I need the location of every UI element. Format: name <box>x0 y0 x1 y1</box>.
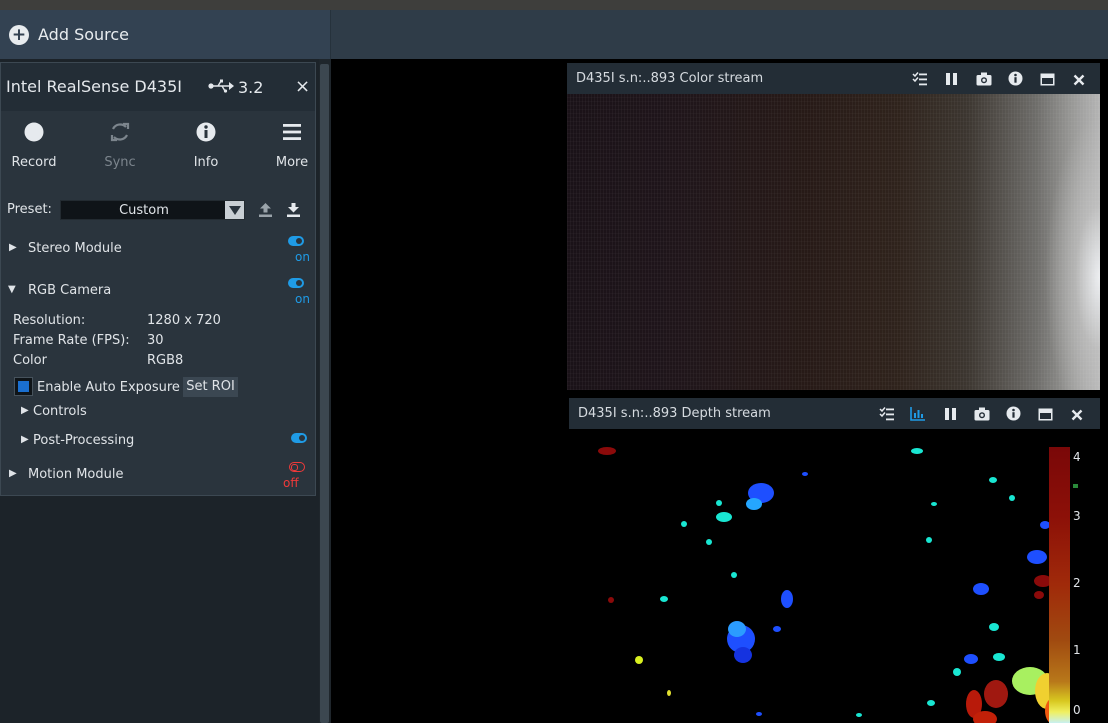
colorbar-tick: 4 <box>1073 450 1081 464</box>
add-source-label: Add Source <box>38 25 130 44</box>
depth-stream-title: D435I s.n:..893 Depth stream <box>578 406 771 421</box>
sync-label: Sync <box>104 155 136 170</box>
checklist-icon[interactable] <box>912 71 927 90</box>
preset-value: Custom <box>119 203 169 218</box>
record-button[interactable]: Record <box>4 117 64 170</box>
info-label: Info <box>193 155 219 170</box>
frame-rate-value[interactable]: 30 <box>147 333 164 348</box>
rgb-camera-label[interactable]: RGB Camera <box>28 283 111 298</box>
color-stream-header: D435I s.n:..893 Color stream <box>567 63 1100 94</box>
preset-label: Preset: <box>7 202 52 217</box>
depth-metrics-icon[interactable] <box>910 406 926 425</box>
post-processing-label[interactable]: Post-Processing <box>33 433 134 448</box>
depth-point-cloud <box>598 447 1065 723</box>
checklist-icon[interactable] <box>879 406 894 425</box>
color-format-value[interactable]: RGB8 <box>147 353 183 368</box>
info-button[interactable]: Info <box>176 117 236 170</box>
color-stream-title: D435I s.n:..893 Color stream <box>576 71 764 86</box>
post-processing-toggle[interactable] <box>291 433 307 443</box>
expand-stereo-icon[interactable]: ▶ <box>9 242 17 253</box>
window-top-strip <box>0 0 1108 10</box>
maximize-icon[interactable] <box>1038 406 1053 425</box>
more-label: More <box>275 155 309 170</box>
sync-button[interactable]: Sync <box>90 117 150 170</box>
motion-module-state: off <box>283 476 299 490</box>
preset-dropdown[interactable]: Custom <box>60 200 245 220</box>
stereo-module-label[interactable]: Stereo Module <box>28 241 122 256</box>
depth-stream-frame <box>569 429 1100 723</box>
frame-rate-label: Frame Rate (FPS): <box>13 333 130 348</box>
rgb-camera-toggle[interactable] <box>288 278 304 288</box>
set-roi-button[interactable]: Set ROI <box>183 377 238 397</box>
depth-colorbar <box>1049 447 1070 723</box>
expand-controls-icon[interactable]: ▶ <box>21 405 29 416</box>
close-icon[interactable] <box>1073 71 1085 90</box>
depth-stream-header: D435I s.n:..893 Depth stream <box>569 398 1100 429</box>
collapse-rgb-icon[interactable]: ▼ <box>8 284 16 295</box>
more-button[interactable]: More <box>262 117 322 170</box>
camera-snapshot-icon[interactable] <box>976 71 992 90</box>
colorbar-tick: 1 <box>1073 643 1081 657</box>
close-device-button[interactable]: × <box>295 76 310 97</box>
menu-icon <box>262 117 322 147</box>
motion-module-label[interactable]: Motion Module <box>28 467 123 482</box>
maximize-icon[interactable] <box>1040 71 1055 90</box>
device-panel: Intel RealSense D435I 3.2 × Record Sync … <box>0 62 316 496</box>
colorbar-tick: 2 <box>1073 576 1081 590</box>
controls-label[interactable]: Controls <box>33 404 87 419</box>
expand-post-processing-icon[interactable]: ▶ <box>21 434 29 445</box>
rgb-camera-state: on <box>295 292 310 306</box>
colorbar-tick: 0 <box>1073 703 1081 717</box>
motion-module-toggle[interactable] <box>289 462 305 472</box>
stereo-module-toggle[interactable] <box>288 236 304 246</box>
resolution-value[interactable]: 1280 x 720 <box>147 313 221 328</box>
info-icon[interactable] <box>1008 71 1023 90</box>
usb-icon <box>208 79 234 97</box>
plus-circle-icon: + <box>9 24 29 45</box>
record-icon <box>4 117 64 147</box>
sync-icon <box>90 117 150 147</box>
colorbar-marker <box>1073 484 1078 488</box>
device-header: Intel RealSense D435I 3.2 × <box>1 63 315 111</box>
upload-icon[interactable] <box>258 202 273 222</box>
auto-exposure-checkbox[interactable] <box>14 377 33 396</box>
pause-icon[interactable] <box>944 406 957 425</box>
download-icon[interactable] <box>286 202 301 222</box>
chevron-down-icon <box>225 201 244 219</box>
camera-snapshot-icon[interactable] <box>974 406 990 425</box>
close-icon[interactable] <box>1071 406 1083 425</box>
colorbar-tick: 3 <box>1073 509 1081 523</box>
color-stream-frame <box>567 94 1100 390</box>
device-name: Intel RealSense D435I <box>6 77 182 96</box>
record-label: Record <box>11 155 57 170</box>
expand-motion-icon[interactable]: ▶ <box>9 468 17 479</box>
auto-exposure-label: Enable Auto Exposure <box>37 380 180 395</box>
pause-icon[interactable] <box>945 71 958 90</box>
add-source-button[interactable]: + Add Source <box>0 10 331 59</box>
resolution-label: Resolution: <box>13 313 86 328</box>
usb-version: 3.2 <box>238 78 264 97</box>
info-icon <box>176 117 236 147</box>
info-icon[interactable] <box>1006 406 1021 425</box>
color-format-label: Color <box>13 353 47 368</box>
stereo-module-state: on <box>295 250 310 264</box>
